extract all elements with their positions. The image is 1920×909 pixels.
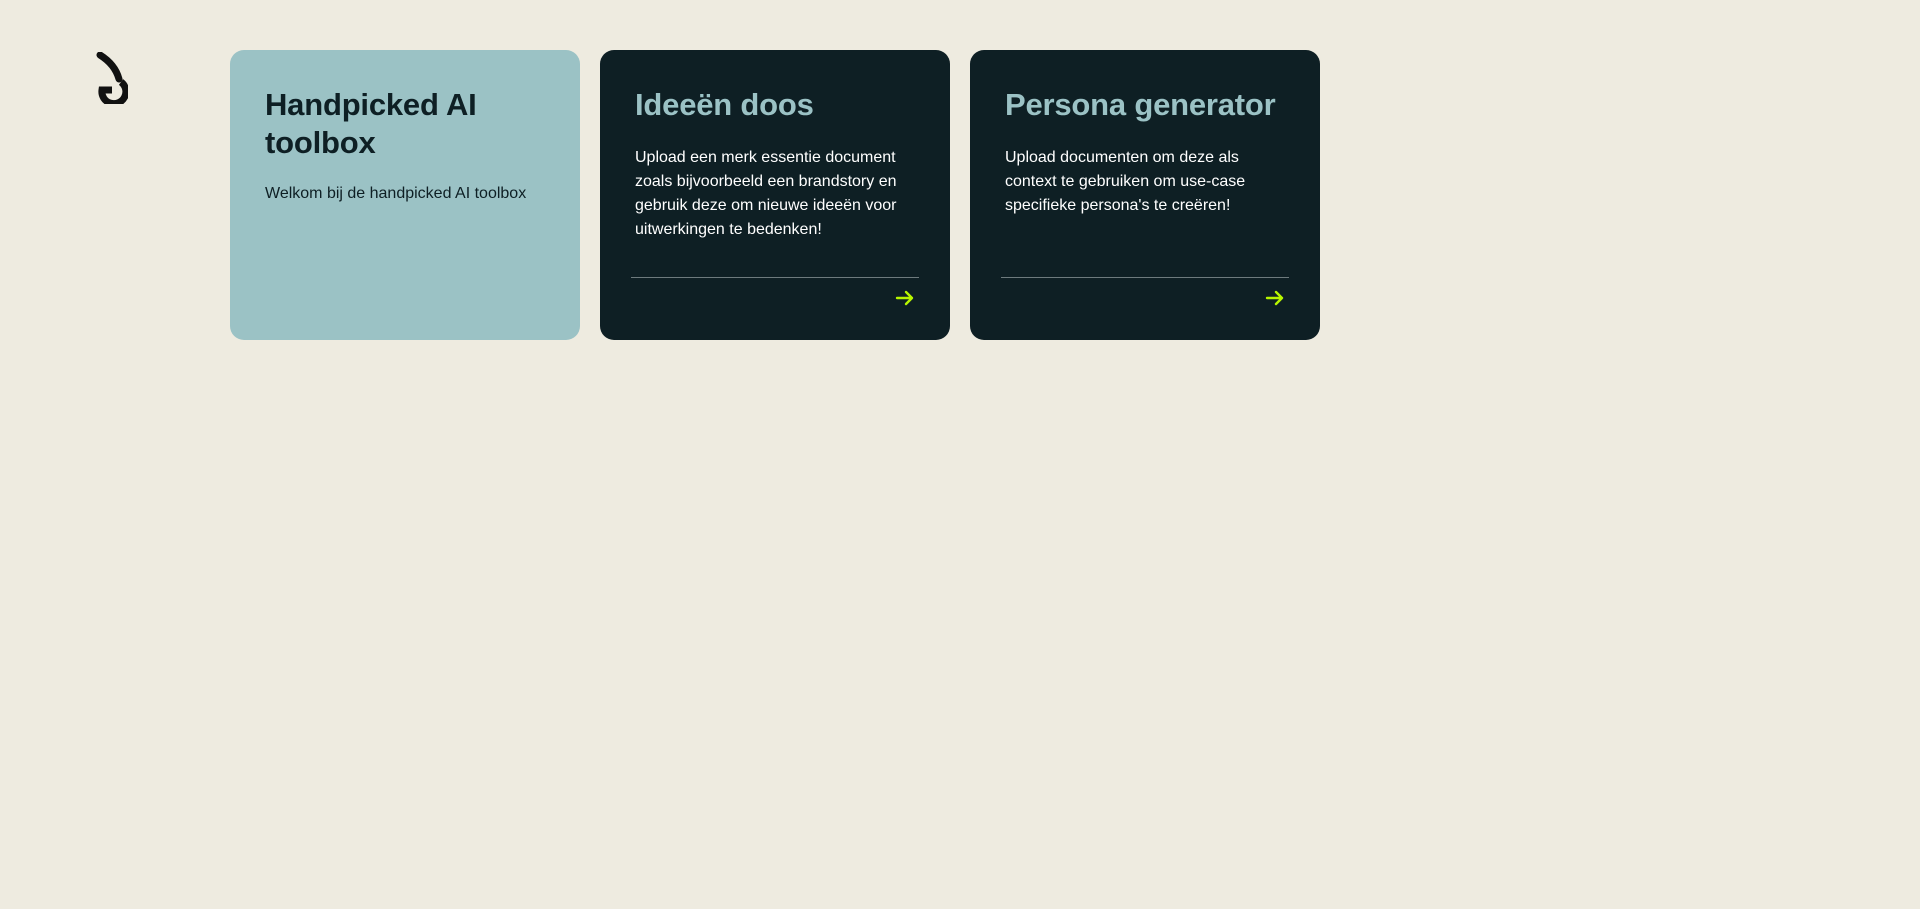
ideas-box-card-title: Ideeën doos [635, 87, 814, 122]
ideas-box-card-text: Upload een merk essentie document zoals … [635, 149, 897, 238]
arrow-right-icon[interactable] [1265, 290, 1285, 306]
tool-cards: Handpicked AI toolbox Welkom bij de hand… [230, 50, 1320, 340]
persona-generator-card-divider [1001, 277, 1289, 278]
arrow-right-icon[interactable] [895, 290, 915, 306]
ideas-box-card-divider [631, 277, 919, 278]
brand-logo-icon[interactable] [94, 52, 128, 104]
persona-generator-card-text: Upload documenten om deze als context te… [1005, 149, 1246, 214]
intro-card: Handpicked AI toolbox Welkom bij de hand… [230, 50, 580, 340]
persona-generator-card-title: Persona generator [1005, 87, 1276, 122]
persona-generator-card[interactable]: Persona generator Upload documenten om d… [970, 50, 1320, 340]
intro-card-text: Welkom bij de handpicked AI toolbox [265, 185, 527, 202]
ideas-box-card[interactable]: Ideeën doos Upload een merk essentie doc… [600, 50, 950, 340]
intro-card-title: Handpicked AI toolbox [265, 87, 477, 160]
